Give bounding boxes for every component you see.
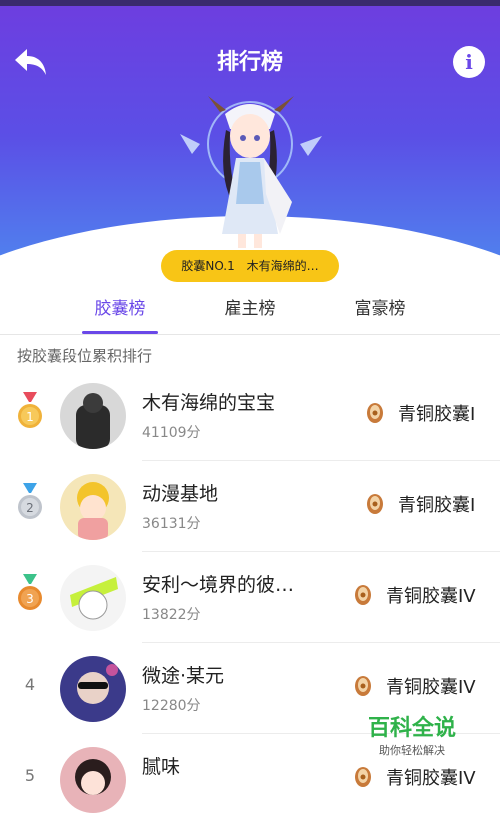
watermark-subtitle: 助你轻松解决 bbox=[379, 744, 445, 757]
tab-wealth[interactable]: 富豪榜 bbox=[320, 292, 440, 334]
tier-info: 青铜胶囊IV bbox=[352, 582, 476, 608]
capsule-icon bbox=[367, 403, 383, 423]
user-score: 12280分 bbox=[142, 698, 201, 714]
hero-banner: 排行榜 i 胶囊NO.1 木有海绵的… bbox=[0, 6, 500, 296]
capsule-icon bbox=[367, 494, 383, 514]
tier-label: 青铜胶囊IV bbox=[386, 586, 476, 607]
ranking-row[interactable]: 1 木有海绵的宝宝 41109分 青铜胶囊I bbox=[0, 370, 500, 461]
top-user-character-avatar bbox=[180, 96, 322, 248]
rank-number: 5 bbox=[24, 766, 36, 785]
info-icon[interactable]: i bbox=[453, 46, 485, 78]
user-score: 36131分 bbox=[142, 516, 201, 532]
user-score: 13822分 bbox=[142, 607, 201, 623]
svg-text:2: 2 bbox=[26, 501, 34, 515]
gold-medal-icon: 1 bbox=[18, 392, 42, 428]
ranking-subtitle: 按胶囊段位累积排行 bbox=[17, 347, 153, 365]
tab-capsule[interactable]: 胶囊榜 bbox=[60, 292, 180, 334]
tier-info: 青铜胶囊IV bbox=[352, 673, 476, 699]
watermark: 百科全说 助你轻松解决 bbox=[362, 716, 462, 758]
user-name: 木有海绵的宝宝 bbox=[142, 392, 276, 414]
tier-label: 青铜胶囊I bbox=[398, 495, 476, 516]
avatar[interactable] bbox=[60, 565, 126, 631]
user-name: 腻味 bbox=[142, 756, 181, 778]
tier-label: 青铜胶囊IV bbox=[386, 677, 476, 698]
badge-rank-label: 胶囊NO.1 bbox=[181, 259, 235, 273]
tier-label: 青铜胶囊I bbox=[398, 404, 476, 425]
ranking-row[interactable]: 2 动漫基地 36131分 青铜胶囊I bbox=[0, 461, 500, 552]
user-name: 微途·某元 bbox=[142, 665, 225, 687]
rank-number: 4 bbox=[24, 675, 36, 694]
avatar[interactable] bbox=[60, 474, 126, 540]
bronze-medal-icon: 3 bbox=[18, 574, 42, 610]
avatar[interactable] bbox=[60, 383, 126, 449]
tier-label: 青铜胶囊IV bbox=[386, 768, 476, 789]
badge-user-name: 木有海绵的… bbox=[246, 259, 319, 273]
page-title: 排行榜 bbox=[216, 50, 283, 75]
avatar[interactable] bbox=[60, 656, 126, 722]
capsule-icon bbox=[355, 676, 371, 696]
svg-text:3: 3 bbox=[26, 592, 34, 606]
tier-info: 青铜胶囊I bbox=[364, 400, 475, 426]
silver-medal-icon: 2 bbox=[18, 483, 42, 519]
capsule-icon bbox=[355, 585, 371, 605]
avatar[interactable] bbox=[60, 747, 126, 813]
tier-info: 青铜胶囊IV bbox=[352, 764, 476, 790]
svg-text:1: 1 bbox=[26, 410, 34, 424]
user-score: 41109分 bbox=[142, 425, 201, 441]
user-name: 动漫基地 bbox=[142, 483, 219, 505]
ranking-row[interactable]: 3 安利～境界的彼… 13822分 青铜胶囊IV bbox=[0, 552, 500, 643]
top-user-badge[interactable]: 胶囊NO.1 木有海绵的… bbox=[161, 250, 339, 282]
tab-employer[interactable]: 雇主榜 bbox=[190, 292, 310, 334]
capsule-icon bbox=[355, 767, 371, 787]
user-name: 安利～境界的彼… bbox=[142, 574, 295, 596]
ranking-tabs: 胶囊榜 雇主榜 富豪榜 bbox=[0, 292, 500, 335]
watermark-title: 百科全说 bbox=[367, 716, 456, 741]
tier-info: 青铜胶囊I bbox=[364, 491, 475, 517]
